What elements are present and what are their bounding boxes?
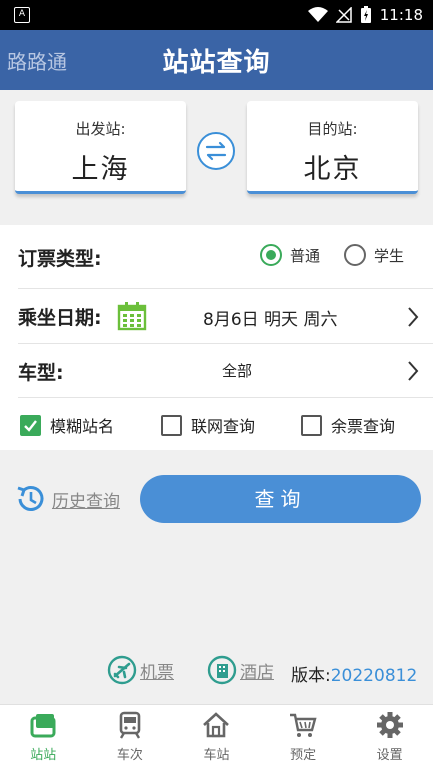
notification-icon: A — [14, 7, 30, 23]
flight-label: 机票 — [140, 662, 174, 683]
checkbox-remaining-tickets[interactable]: 余票查询 — [301, 413, 395, 437]
hotel-icon — [207, 655, 237, 685]
from-station-card[interactable]: 出发站: 上海 — [15, 101, 186, 194]
airplane-icon — [107, 655, 137, 685]
clock: 11:18 — [379, 6, 423, 24]
checkbox-fuzzy-station-box — [20, 414, 41, 436]
to-station-label: 目的站: — [307, 120, 358, 138]
checkbox-remaining-tickets-label: 余票查询 — [331, 417, 396, 436]
from-station-name: 上海 — [71, 154, 130, 185]
train-type-value: 全部 — [222, 362, 253, 380]
radio-student-indicator — [344, 244, 366, 266]
date-row[interactable]: 乘坐日期: 8月6日 明天 周六 — [0, 289, 433, 343]
train-icon — [119, 711, 141, 739]
version-label: 版本: — [291, 666, 331, 686]
tab-train-number[interactable]: 车次 — [87, 705, 174, 769]
wifi-icon — [307, 7, 328, 22]
radio-student[interactable]: 学生 — [344, 244, 404, 266]
checkbox-online-query[interactable]: 联网查询 — [161, 413, 255, 437]
chevron-right-icon — [408, 307, 419, 327]
version-number: 20220812 — [330, 666, 418, 686]
tab-station-to-station[interactable]: 站站 — [0, 705, 87, 769]
ticket-type-label: 订票类型: — [18, 248, 102, 270]
train-type-label: 车型: — [18, 362, 64, 384]
history-icon — [17, 486, 44, 511]
search-button[interactable]: 查询 — [140, 475, 421, 523]
app-header: 路路通 站站查询 — [0, 30, 433, 90]
station-selector: 出发站: 上海 目的站: 北京 — [0, 90, 433, 225]
tab-booking-label: 预定 — [290, 748, 317, 763]
date-value: 8月6日 明天 周六 — [203, 310, 338, 330]
from-station-label: 出发站: — [75, 120, 126, 138]
history-link[interactable]: 历史查询 — [14, 482, 120, 516]
battery-icon — [360, 6, 371, 23]
bottom-links: 机票 酒店 版本:20220812 — [0, 655, 433, 691]
checkbox-remaining-tickets-box — [301, 414, 322, 436]
ticket-type-row: 订票类型: 普通 学生 — [0, 244, 433, 274]
swap-icon — [205, 141, 227, 161]
history-label: 历史查询 — [52, 491, 120, 512]
tab-station[interactable]: 车站 — [173, 705, 260, 769]
tab-booking[interactable]: 预定 — [260, 705, 347, 769]
station-to-station-icon — [30, 714, 56, 738]
home-icon — [203, 712, 230, 738]
signal-icon — [335, 7, 352, 23]
tab-settings[interactable]: 设置 — [346, 705, 433, 769]
tab-train-number-label: 车次 — [116, 748, 143, 763]
to-station-card[interactable]: 目的站: 北京 — [247, 101, 418, 194]
radio-normal-indicator — [260, 244, 282, 266]
cart-icon — [290, 713, 317, 737]
tab-station-to-station-label: 站站 — [30, 748, 57, 763]
to-station-name: 北京 — [303, 154, 362, 185]
divider — [18, 397, 433, 398]
checkbox-fuzzy-station-label: 模糊站名 — [50, 417, 115, 436]
radio-normal-label: 普通 — [290, 246, 321, 265]
check-icon — [24, 419, 37, 432]
radio-student-label: 学生 — [374, 246, 405, 265]
swap-stations-button[interactable] — [197, 132, 235, 170]
query-form: 订票类型: 普通 学生 乘坐日期: 8月6日 明天 周六 车型: 全部 模糊站名… — [0, 225, 433, 450]
date-label: 乘坐日期: — [18, 307, 102, 329]
chevron-right-icon — [408, 361, 419, 381]
train-type-row[interactable]: 车型: 全部 — [0, 344, 433, 397]
tab-station-label: 车站 — [203, 748, 230, 763]
version-info: 版本:20220812 — [291, 661, 417, 686]
hotel-label: 酒店 — [240, 662, 274, 683]
page-title: 站站查询 — [162, 48, 271, 78]
checkbox-online-query-label: 联网查询 — [191, 417, 256, 436]
tab-settings-label: 设置 — [376, 748, 403, 763]
hotel-link[interactable]: 酒店 — [207, 655, 274, 685]
flight-link[interactable]: 机票 — [107, 655, 174, 685]
calendar-icon — [117, 302, 147, 331]
checkbox-fuzzy-station[interactable]: 模糊站名 — [20, 413, 114, 437]
checkbox-online-query-box — [161, 414, 182, 436]
gear-icon — [376, 712, 403, 738]
bottom-tab-bar: 站站 车次 车站 预定 设置 — [0, 704, 433, 769]
status-bar: A 11:18 — [0, 0, 433, 30]
radio-normal[interactable]: 普通 — [260, 244, 320, 266]
